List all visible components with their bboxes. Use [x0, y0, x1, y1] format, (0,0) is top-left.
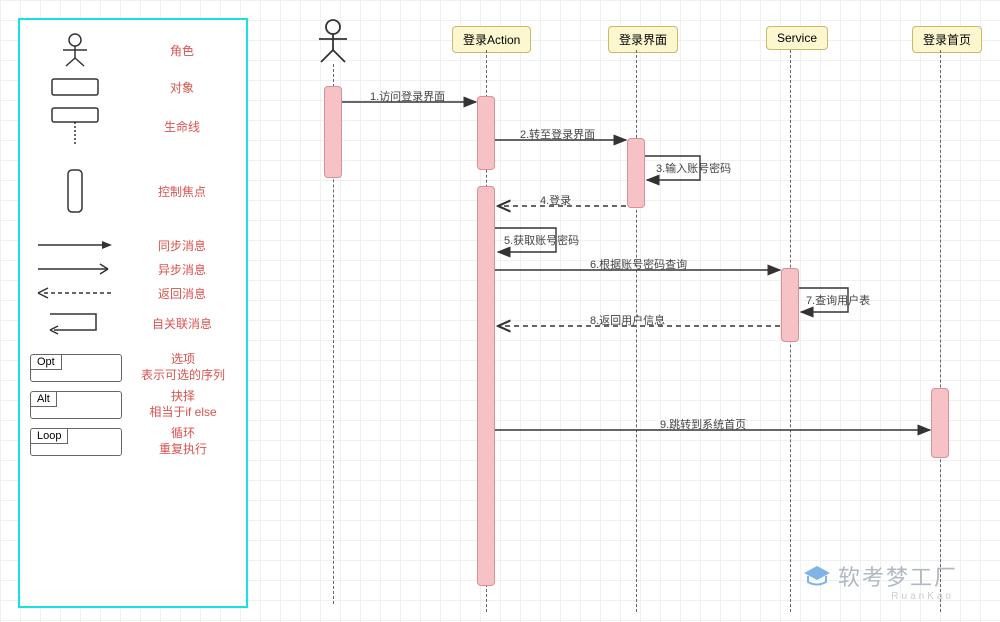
legend-object-label: 对象	[128, 79, 236, 96]
participant-ui: 登录界面	[608, 26, 678, 53]
legend-return: 返回消息	[30, 284, 236, 302]
activation-actor	[324, 86, 342, 178]
legend-actor-label: 角色	[128, 42, 236, 59]
legend-lifeline-label: 生命线	[128, 118, 236, 135]
loop-fragment-icon: Loop	[30, 428, 122, 456]
activation-action-1	[477, 96, 495, 170]
msg-9: 9.跳转到系统首页	[660, 416, 746, 432]
msg-1: 1.访问登录界面	[370, 88, 445, 104]
legend-opt-label: 选项 表示可选的序列	[130, 352, 236, 383]
participant-home: 登录首页	[912, 26, 982, 53]
legend-object: 对象	[30, 74, 236, 100]
msg-7: 7.查询用户表	[806, 292, 870, 308]
activation-home	[931, 388, 949, 458]
legend-sync-label: 同步消息	[128, 237, 236, 254]
legend-lifeline: 生命线	[30, 106, 236, 146]
watermark-sub: RuanKao	[891, 591, 954, 602]
activation-ui	[627, 138, 645, 208]
legend-return-label: 返回消息	[128, 285, 236, 302]
participant-action: 登录Action	[452, 26, 531, 53]
legend-async-label: 异步消息	[128, 261, 236, 278]
legend-focus: 控制焦点	[30, 168, 236, 214]
msg-3: 3.输入账号密码	[656, 160, 731, 176]
msg-5: 5.获取账号密码	[504, 232, 579, 248]
watermark: 软考梦工厂	[802, 560, 958, 592]
msg-8: 8.返回用户信息	[590, 312, 665, 328]
legend-alt: Alt 抉择 相当于if else	[30, 389, 236, 420]
legend-self: 自关联消息	[30, 308, 236, 338]
activation-service	[781, 268, 799, 342]
watermark-text: 软考梦工厂	[838, 560, 958, 592]
lifeline-home	[940, 50, 941, 612]
participant-service: Service	[766, 26, 828, 50]
legend-panel: 角色 对象 生命线 控制焦点 同步消息 异步消息 返回消息 自关联消息 Opt …	[18, 18, 248, 608]
alt-fragment-icon: Alt	[30, 391, 122, 419]
activation-action-2	[477, 186, 495, 586]
legend-async: 异步消息	[30, 260, 236, 278]
legend-sync: 同步消息	[30, 236, 236, 254]
legend-opt: Opt 选项 表示可选的序列	[30, 352, 236, 383]
msg-2: 2.转至登录界面	[520, 126, 595, 142]
legend-loop-label: 循环 重复执行	[130, 426, 236, 457]
actor-participant-icon	[313, 18, 363, 66]
actor-icon	[30, 32, 120, 68]
legend-alt-label: 抉择 相当于if else	[130, 389, 236, 420]
msg-4: 4.登录	[540, 192, 571, 208]
legend-loop: Loop 循环 重复执行	[30, 426, 236, 457]
msg-6: 6.根据账号密码查询	[590, 256, 687, 272]
legend-focus-label: 控制焦点	[128, 183, 236, 200]
graduation-cap-icon	[802, 563, 832, 589]
legend-self-label: 自关联消息	[128, 315, 236, 332]
lifeline-ui	[636, 50, 637, 612]
legend-actor: 角色	[30, 32, 236, 68]
opt-fragment-icon: Opt	[30, 354, 122, 382]
